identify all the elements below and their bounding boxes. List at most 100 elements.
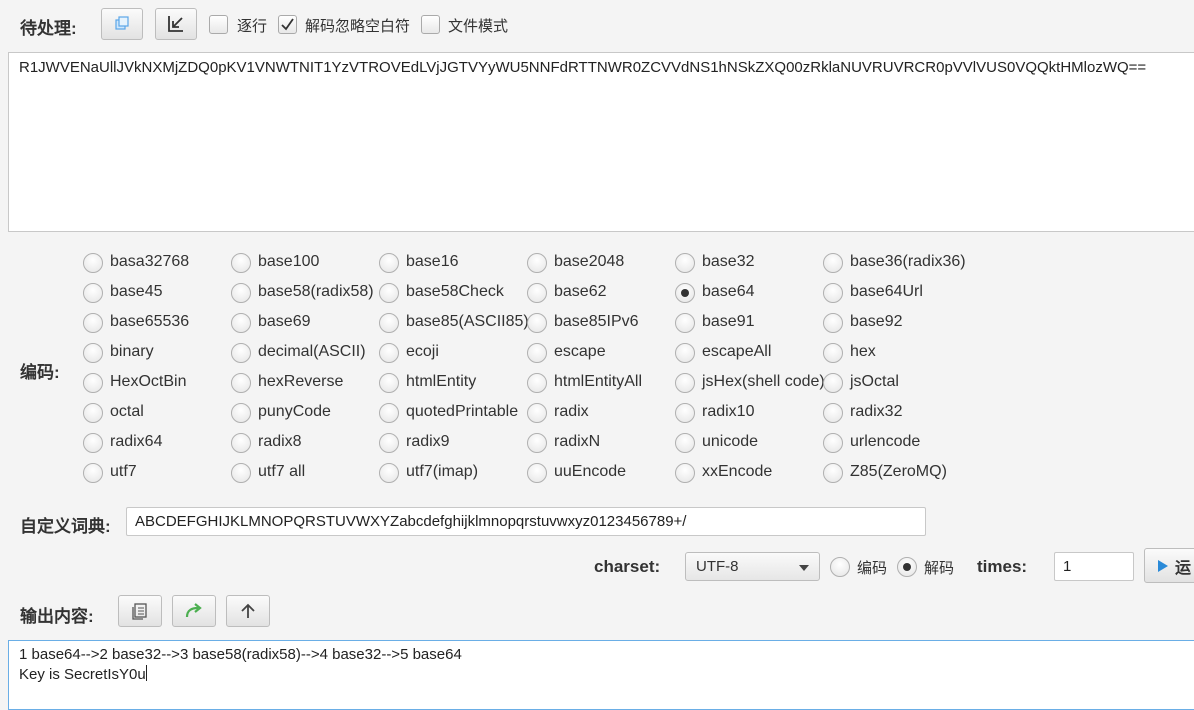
encoding-radio-base16[interactable] (379, 253, 399, 273)
encoding-option-label: escape (554, 343, 606, 360)
encoding-option-label: quotedPrintable (406, 403, 519, 420)
encoding-option-label: base64 (702, 283, 755, 300)
encoding-option-label: base64Url (850, 283, 923, 300)
encoding-radio-basa32768[interactable] (83, 253, 103, 273)
chevron-down-icon (799, 565, 809, 571)
forward-output-button[interactable] (172, 595, 216, 627)
encoding-radio-z85-zeromq[interactable] (823, 463, 843, 483)
encoding-option-label: radix64 (110, 433, 163, 450)
encoding-radio-base85ipv6[interactable] (527, 313, 547, 333)
output-line-2: Key is SecretIsY0u (19, 666, 146, 683)
encoding-option-label: radix9 (406, 433, 450, 450)
mode-encode-label: 编码 (857, 560, 888, 577)
checkbox-line-by-line[interactable] (209, 15, 228, 34)
encoding-radio-radix9[interactable] (379, 433, 399, 453)
encoding-radio-radix8[interactable] (231, 433, 251, 453)
encoding-radio-base2048[interactable] (527, 253, 547, 273)
encoding-radio-quotedprintable[interactable] (379, 403, 399, 423)
encoding-radio-utf7[interactable] (83, 463, 103, 483)
encoding-radio-jshex-shell-code[interactable] (675, 373, 695, 393)
charset-label: charset: (594, 557, 661, 576)
encoding-radio-base32[interactable] (675, 253, 695, 273)
encoding-radio-radix64[interactable] (83, 433, 103, 453)
encoding-radio-hex[interactable] (823, 343, 843, 363)
encoding-radio-jsoctal[interactable] (823, 373, 843, 393)
dictionary-label: 自定义词典: (20, 517, 111, 536)
import-button[interactable] (155, 8, 197, 40)
encoding-option-label: unicode (702, 433, 759, 450)
encoding-option-label: base85(ASCII85) (406, 313, 529, 330)
encoding-radio-punycode[interactable] (231, 403, 251, 423)
output-label: 输出内容: (20, 607, 94, 626)
copy-button[interactable] (101, 8, 143, 40)
pending-label: 待处理: (20, 19, 77, 38)
encoding-option-label: base58(radix58) (258, 283, 374, 300)
encoding-radio-radix10[interactable] (675, 403, 695, 423)
dictionary-input[interactable]: ABCDEFGHIJKLMNOPQRSTUVWXYZabcdefghijklmn… (126, 507, 926, 536)
copy-output-button[interactable] (118, 595, 162, 627)
checkbox-file-mode[interactable] (421, 15, 440, 34)
encoding-option-label: radix10 (702, 403, 755, 420)
output-textarea[interactable]: 1 base64-->2 base32-->3 base58(radix58)-… (8, 640, 1194, 710)
encoding-radio-base92[interactable] (823, 313, 843, 333)
encoding-radio-base100[interactable] (231, 253, 251, 273)
encoding-radio-urlencode[interactable] (823, 433, 843, 453)
output-line-1: 1 base64-->2 base32-->3 base58(radix58)-… (19, 646, 462, 663)
encoding-option-label: utf7 all (258, 463, 306, 480)
encoding-radio-binary[interactable] (83, 343, 103, 363)
encoding-radio-base69[interactable] (231, 313, 251, 333)
encoding-option-label: escapeAll (702, 343, 772, 360)
encoding-option-label: utf7 (110, 463, 137, 480)
encoding-radio-radix32[interactable] (823, 403, 843, 423)
play-icon (1158, 559, 1168, 572)
encoding-option-label: base36(radix36) (850, 253, 966, 270)
charset-select[interactable]: UTF-8 (685, 552, 820, 581)
encoding-option-label: base65536 (110, 313, 190, 330)
run-button[interactable]: 运 (1144, 548, 1194, 583)
encoding-option-label: base58Check (406, 283, 504, 300)
encoding-option-label: Z85(ZeroMQ) (850, 463, 947, 480)
encoding-radio-ecoji[interactable] (379, 343, 399, 363)
encoding-option-label: base32 (702, 253, 755, 270)
input-textarea[interactable]: R1JWVENaUllJVkNXMjZDQ0pKV1VNWTNIT1YzVTRO… (8, 52, 1194, 232)
encoding-radio-hexreverse[interactable] (231, 373, 251, 393)
encoding-radio-escape[interactable] (527, 343, 547, 363)
encoding-radio-octal[interactable] (83, 403, 103, 423)
encoding-radio-base91[interactable] (675, 313, 695, 333)
encoding-radio-base58check[interactable] (379, 283, 399, 303)
encoding-radio-unicode[interactable] (675, 433, 695, 453)
encoding-radio-escapeall[interactable] (675, 343, 695, 363)
mode-decode-radio[interactable] (897, 557, 917, 577)
encoding-radio-radixn[interactable] (527, 433, 547, 453)
encoding-radio-hexoctbin[interactable] (83, 373, 103, 393)
encoding-radio-utf7-all[interactable] (231, 463, 251, 483)
encoding-radio-htmlentityall[interactable] (527, 373, 547, 393)
encoding-radio-base64url[interactable] (823, 283, 843, 303)
encoding-radio-base58-radix58[interactable] (231, 283, 251, 303)
encoding-radio-xxencode[interactable] (675, 463, 695, 483)
mode-encode-radio[interactable] (830, 557, 850, 577)
encoding-label: 编码: (20, 363, 60, 382)
encoding-radio-uuencode[interactable] (527, 463, 547, 483)
encoding-option-label: radixN (554, 433, 601, 450)
encoding-radio-base36-radix36[interactable] (823, 253, 843, 273)
encoding-radio-base62[interactable] (527, 283, 547, 303)
charset-value: UTF-8 (696, 558, 739, 575)
encoding-radio-htmlentity[interactable] (379, 373, 399, 393)
encoding-option-label: base45 (110, 283, 163, 300)
move-up-button[interactable] (226, 595, 270, 627)
encoding-option-label: octal (110, 403, 144, 420)
arrow-down-left-icon (168, 16, 183, 32)
encoding-radio-base45[interactable] (83, 283, 103, 303)
encoding-radio-base65536[interactable] (83, 313, 103, 333)
times-input[interactable]: 1 (1054, 552, 1134, 581)
encoding-radio-base85-ascii85[interactable] (379, 313, 399, 333)
checkbox-ignore-whitespace-label: 解码忽略空白符 (305, 18, 411, 35)
clipboard-icon (132, 603, 147, 620)
checkbox-ignore-whitespace[interactable] (278, 15, 297, 34)
encoding-radio-utf7-imap[interactable] (379, 463, 399, 483)
encoding-option-label: HexOctBin (110, 373, 187, 390)
encoding-radio-decimal-ascii[interactable] (231, 343, 251, 363)
encoding-radio-radix[interactable] (527, 403, 547, 423)
encoding-radio-base64[interactable] (675, 283, 695, 303)
